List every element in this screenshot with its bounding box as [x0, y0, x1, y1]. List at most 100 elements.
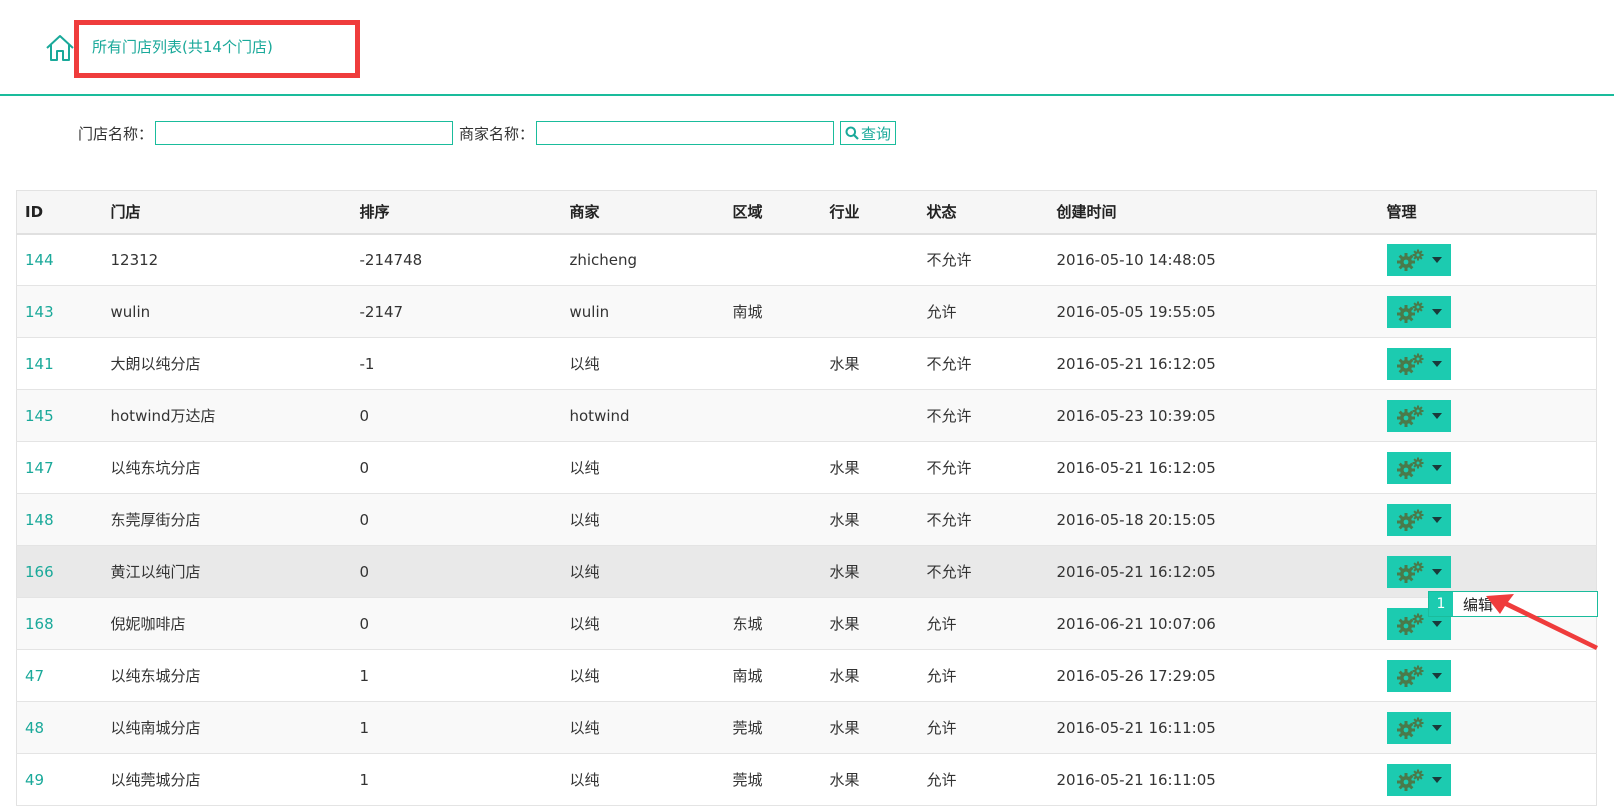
col-header-status: 状态 — [918, 190, 1049, 235]
cell-merchant: 以纯 — [569, 719, 600, 737]
manage-button[interactable] — [1386, 347, 1451, 380]
cell-sort: 0 — [359, 510, 370, 529]
manage-button[interactable] — [1386, 243, 1451, 276]
manage-button[interactable] — [1386, 503, 1451, 536]
caret-down-icon — [1431, 256, 1442, 263]
cell-created: 2016-05-21 16:12:05 — [1056, 562, 1216, 581]
cell-status: 不允许 — [926, 563, 972, 581]
merchant-name-input[interactable] — [536, 121, 835, 145]
cell-status: 不允许 — [926, 355, 972, 373]
cell-manage — [1379, 234, 1597, 286]
cell-manage — [1379, 650, 1597, 702]
annotation-arrow — [1486, 594, 1598, 650]
gear-icon — [1396, 353, 1423, 375]
cell-manage — [1379, 286, 1597, 338]
cell-industry: 水果 — [829, 511, 860, 529]
col-header-merchant: 商家 — [561, 190, 725, 235]
cell-region — [725, 494, 822, 546]
table-row: 49 以纯莞城分店 1 以纯 莞城 水果 允许 2016-05-21 16:11… — [16, 754, 1597, 806]
cell-status: 允许 — [926, 303, 957, 321]
cell-id[interactable]: 144 — [17, 234, 103, 286]
gear-icon — [1396, 457, 1423, 479]
table-row: 148 东莞厚街分店 0 以纯 水果 不允许 2016-05-18 20:15:… — [16, 493, 1597, 546]
gear-icon — [1396, 769, 1423, 791]
cell-sort: -214748 — [359, 250, 423, 269]
cell-store: 以纯东城分店 — [110, 667, 201, 685]
cell-id[interactable]: 168 — [17, 598, 103, 650]
gear-icon — [1396, 301, 1423, 323]
manage-button[interactable] — [1386, 555, 1451, 588]
col-header-industry: 行业 — [821, 190, 919, 235]
cell-store: 东莞厚街分店 — [110, 511, 201, 529]
cell-store: 以纯莞城分店 — [110, 771, 201, 789]
cell-id[interactable]: 141 — [17, 338, 103, 390]
cell-created: 2016-05-21 16:12:05 — [1056, 458, 1216, 477]
cell-id[interactable]: 145 — [17, 390, 103, 442]
cell-merchant: 以纯 — [569, 459, 600, 477]
cell-status: 不允许 — [926, 511, 972, 529]
cell-created: 2016-05-18 20:15:05 — [1056, 510, 1216, 529]
cell-status: 允许 — [926, 667, 957, 685]
cell-industry: 水果 — [829, 771, 860, 789]
search-button[interactable]: 查询 — [840, 121, 897, 145]
gear-icon — [1396, 405, 1423, 427]
table-row: 47 以纯东城分店 1 以纯 南城 水果 允许 2016-05-26 17:29… — [16, 650, 1597, 702]
cell-manage — [1379, 494, 1597, 546]
cell-store: 12312 — [110, 250, 159, 269]
caret-down-icon — [1431, 724, 1442, 731]
cell-id[interactable]: 49 — [17, 754, 103, 806]
cell-status: 允许 — [926, 615, 957, 633]
store-table: ID 门店 排序 商家 区域 行业 状态 创建时间 管理 144 12312 -… — [16, 190, 1597, 806]
cell-merchant: zhicheng — [569, 250, 638, 269]
store-name-input[interactable] — [155, 121, 454, 145]
col-header-store: 门店 — [102, 190, 352, 235]
manage-button[interactable] — [1386, 295, 1451, 328]
caret-down-icon — [1431, 464, 1442, 471]
menu-item-number: 1 — [1429, 592, 1453, 616]
caret-down-icon — [1431, 672, 1442, 679]
cell-status: 不允许 — [926, 407, 972, 425]
cell-created: 2016-05-23 10:39:05 — [1056, 406, 1216, 425]
cell-merchant: 以纯 — [569, 563, 600, 581]
manage-button[interactable] — [1386, 399, 1451, 432]
cell-sort: 1 — [359, 770, 370, 789]
cell-industry: 水果 — [829, 615, 860, 633]
cell-sort: -1 — [359, 354, 375, 373]
gear-icon — [1396, 561, 1423, 583]
table-row: 168 倪妮咖啡店 0 以纯 东城 水果 允许 2016-06-21 10:07… — [16, 597, 1597, 650]
cell-manage — [1379, 390, 1597, 442]
cell-region: 南城 — [732, 303, 763, 321]
cell-region — [725, 338, 822, 390]
cell-merchant: 以纯 — [569, 615, 600, 633]
cell-merchant: 以纯 — [569, 355, 600, 373]
manage-button[interactable] — [1386, 451, 1451, 484]
gear-icon — [1396, 613, 1423, 635]
cell-region — [725, 546, 822, 598]
cell-store: 以纯南城分店 — [110, 719, 201, 737]
cell-id[interactable]: 166 — [17, 546, 103, 598]
cell-id[interactable]: 148 — [17, 494, 103, 546]
manage-button[interactable] — [1386, 763, 1451, 796]
cell-industry: 水果 — [829, 355, 860, 373]
cell-status: 允许 — [926, 771, 957, 789]
manage-button[interactable] — [1386, 659, 1451, 692]
cell-id[interactable]: 143 — [17, 286, 103, 338]
cell-store: wulin — [110, 302, 151, 321]
search-icon — [845, 126, 859, 140]
manage-button[interactable] — [1386, 711, 1451, 744]
caret-down-icon — [1431, 412, 1442, 419]
cell-sort: 1 — [359, 666, 370, 685]
cell-id[interactable]: 48 — [17, 702, 103, 754]
table-row: 143 wulin -2147 wulin 南城 允许 2016-05-05 1… — [16, 285, 1597, 338]
caret-down-icon — [1431, 568, 1442, 575]
home-icon[interactable] — [44, 32, 76, 64]
cell-store: hotwind万达店 — [110, 407, 216, 425]
col-header-manage: 管理 — [1378, 190, 1597, 235]
cell-id[interactable]: 147 — [17, 442, 103, 494]
cell-created: 2016-05-21 16:11:05 — [1056, 718, 1216, 737]
cell-sort: 0 — [359, 562, 370, 581]
cell-sort: 0 — [359, 458, 370, 477]
cell-merchant: 以纯 — [569, 511, 600, 529]
cell-region: 莞城 — [732, 719, 763, 737]
cell-id[interactable]: 47 — [17, 650, 103, 702]
